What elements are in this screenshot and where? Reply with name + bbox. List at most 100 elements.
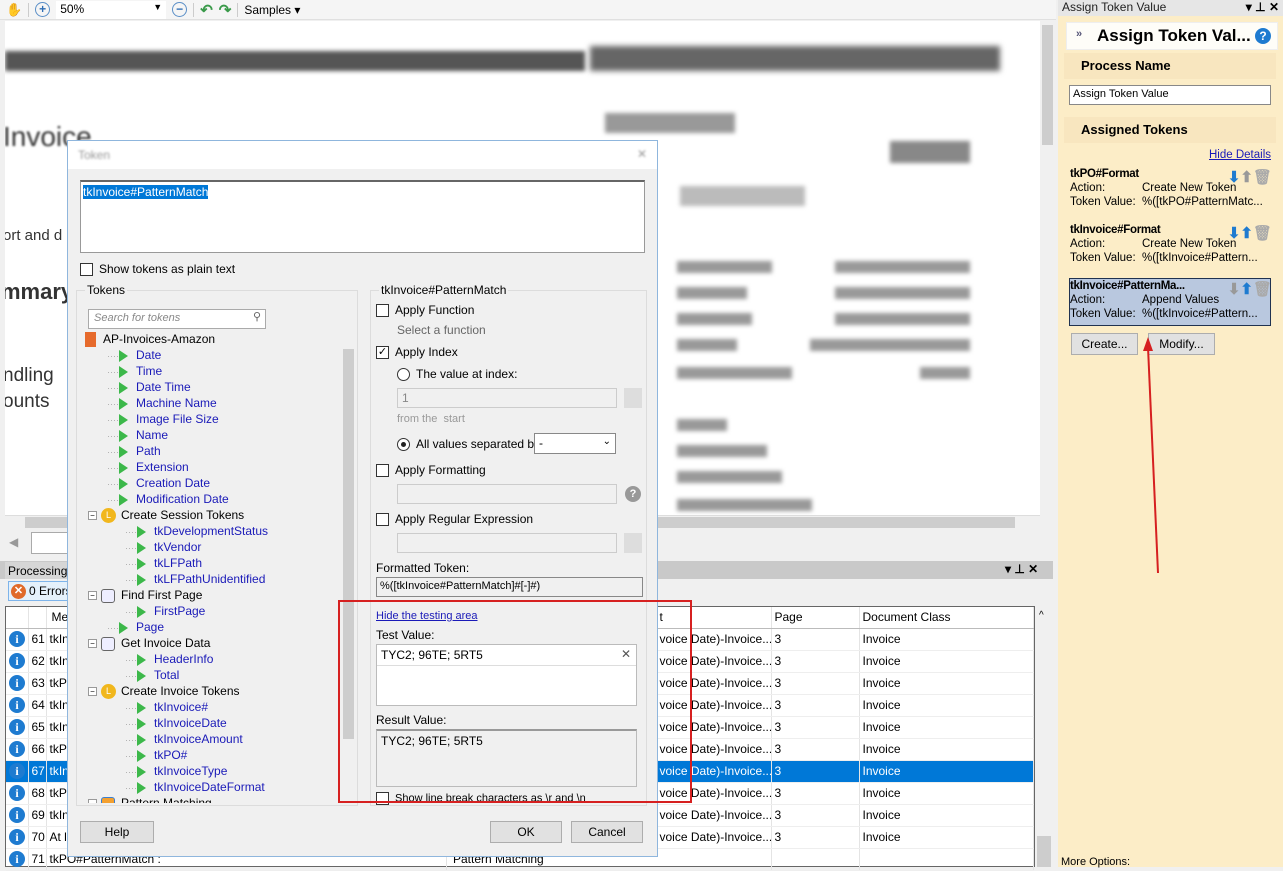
- tree-node[interactable]: − L Create Session Tokens: [85, 507, 340, 524]
- checkbox[interactable]: [376, 513, 389, 527]
- help-icon[interactable]: ?: [625, 486, 641, 502]
- redo-icon[interactable]: ↷: [219, 1, 232, 19]
- move-down-icon[interactable]: ⬇: [1228, 169, 1241, 186]
- all-values-radio[interactable]: All values separated by:: [397, 437, 543, 452]
- checkbox[interactable]: ✓: [376, 346, 389, 360]
- formatting-input[interactable]: [397, 484, 617, 504]
- regex-builder-icon[interactable]: [624, 533, 642, 553]
- apply-regex-checkbox[interactable]: Apply Regular Expression: [376, 512, 533, 527]
- tree-node[interactable]: ···· Total: [85, 667, 340, 683]
- tree-node[interactable]: ···· Name: [85, 427, 340, 443]
- collapse-icon[interactable]: »: [1076, 28, 1082, 40]
- apply-function-checkbox[interactable]: Apply Function: [376, 303, 474, 318]
- checkbox[interactable]: [80, 263, 93, 277]
- scroll-thumb[interactable]: [1037, 836, 1051, 867]
- tree-node[interactable]: − Get Invoice Data: [85, 635, 340, 651]
- activity-header[interactable]: » Assign Token Val... ?: [1066, 22, 1278, 50]
- tab-processing[interactable]: Processing: [5, 562, 69, 579]
- radio[interactable]: [397, 438, 410, 452]
- search-icon[interactable]: ⚲: [253, 310, 261, 323]
- tree-node[interactable]: ···· tkVendor: [85, 539, 340, 555]
- tree-node[interactable]: ···· Page: [85, 619, 340, 635]
- tree-node[interactable]: ···· tkInvoice#: [85, 699, 340, 715]
- collapse-icon[interactable]: −: [88, 799, 97, 803]
- ok-button[interactable]: OK: [490, 821, 562, 843]
- close-icon[interactable]: ✕: [1269, 0, 1279, 14]
- tree-node[interactable]: − Pattern Matching: [85, 795, 340, 803]
- assigned-token[interactable]: tkPO#Format Action: Create New Token Toke…: [1070, 168, 1272, 208]
- checkbox[interactable]: [376, 464, 389, 478]
- close-icon[interactable]: ✕: [1028, 562, 1038, 576]
- token-search-input[interactable]: Search for tokens ⚲: [88, 309, 266, 329]
- regex-input[interactable]: [397, 533, 617, 553]
- collapse-icon[interactable]: −: [88, 639, 97, 649]
- tree-node[interactable]: ···· Machine Name: [85, 395, 340, 411]
- index-button[interactable]: [624, 388, 642, 408]
- tree-node[interactable]: ···· HeaderInfo: [85, 651, 340, 667]
- tree-node[interactable]: ···· Extension: [85, 459, 340, 475]
- plain-text-checkbox[interactable]: Show tokens as plain text: [80, 262, 235, 277]
- tree-node[interactable]: − Find First Page: [85, 587, 340, 603]
- select-function-label[interactable]: Select a function: [397, 323, 486, 337]
- process-name-input[interactable]: Assign Token Value: [1069, 85, 1271, 105]
- collapse-icon[interactable]: −: [88, 511, 97, 521]
- create-button[interactable]: Create...: [1071, 333, 1138, 355]
- hide-details-link[interactable]: Hide Details: [1209, 149, 1271, 161]
- dropdown-icon[interactable]: ▾: [1246, 0, 1252, 14]
- delete-icon[interactable]: 🗑: [1253, 225, 1272, 242]
- tree-node[interactable]: ···· tkLFPath: [85, 555, 340, 571]
- tree-node[interactable]: ···· tkLFPathUnidentified: [85, 571, 340, 587]
- zoom-select[interactable]: 50% ▼: [56, 0, 167, 19]
- index-stepper[interactable]: 1: [397, 388, 617, 408]
- move-up-icon[interactable]: ⬆: [1240, 169, 1253, 186]
- col-number[interactable]: [28, 607, 47, 629]
- hand-icon[interactable]: ✋: [6, 2, 22, 18]
- apply-index-checkbox[interactable]: ✓ Apply Index: [376, 345, 458, 360]
- move-up-icon[interactable]: ⬆: [1240, 225, 1253, 242]
- page-input[interactable]: [31, 532, 71, 554]
- help-button[interactable]: Help: [80, 821, 154, 843]
- pin-icon[interactable]: ⊥: [1014, 562, 1024, 576]
- tree-node[interactable]: ···· Image File Size: [85, 411, 340, 427]
- collapse-icon[interactable]: −: [88, 687, 97, 697]
- tree-node[interactable]: ···· FirstPage: [85, 603, 340, 619]
- col-icon[interactable]: [6, 607, 29, 629]
- move-down-icon[interactable]: ⬇: [1228, 225, 1241, 242]
- apply-formatting-checkbox[interactable]: Apply Formatting: [376, 463, 486, 478]
- tree-node[interactable]: ···· Date Time: [85, 379, 340, 395]
- value-at-index-radio[interactable]: The value at index:: [397, 367, 517, 382]
- separator-select[interactable]: - ⌄: [534, 433, 616, 454]
- tree-node[interactable]: ···· tkInvoiceAmount: [85, 731, 340, 747]
- col-page[interactable]: Page: [771, 607, 860, 629]
- assigned-token[interactable]: tkInvoice#PatternMa... Action: Append Val…: [1070, 280, 1272, 320]
- pin-icon[interactable]: ⊥: [1255, 0, 1265, 14]
- chevron-up-icon[interactable]: ^: [1039, 610, 1044, 621]
- formatted-token-field[interactable]: %([tkInvoice#PatternMatch]#[-]#): [376, 577, 643, 597]
- checkbox[interactable]: [376, 304, 389, 318]
- undo-icon[interactable]: ↶: [200, 1, 213, 19]
- tree-node[interactable]: ···· tkInvoiceDateFormat: [85, 779, 340, 795]
- tree-node[interactable]: ···· tkInvoiceDate: [85, 715, 340, 731]
- tree-node[interactable]: AP-Invoices-Amazon: [85, 331, 340, 348]
- delete-icon[interactable]: 🗑: [1253, 281, 1272, 298]
- tree-node[interactable]: ···· Creation Date: [85, 475, 340, 491]
- help-icon[interactable]: ?: [1255, 28, 1271, 44]
- samples-dropdown[interactable]: Samples ▾: [244, 3, 300, 17]
- grid-scrollbar[interactable]: ^: [1035, 606, 1053, 867]
- tree-node[interactable]: ···· Path: [85, 443, 340, 459]
- tree-node[interactable]: ···· Modification Date: [85, 491, 340, 507]
- tree-node[interactable]: ···· tkPO#: [85, 747, 340, 763]
- tree-node[interactable]: − L Create Invoice Tokens: [85, 683, 340, 700]
- move-up-icon[interactable]: ⬆: [1240, 281, 1253, 298]
- tree-node[interactable]: ···· Time: [85, 363, 340, 379]
- collapse-icon[interactable]: −: [88, 591, 97, 601]
- back-icon[interactable]: ◀: [9, 535, 18, 549]
- dropdown-icon[interactable]: ▾: [1005, 562, 1011, 576]
- tree-node[interactable]: ···· Date: [85, 347, 340, 363]
- zoom-out-icon[interactable]: −: [172, 2, 188, 17]
- cancel-button[interactable]: Cancel: [571, 821, 643, 843]
- close-icon[interactable]: ✕: [637, 147, 647, 161]
- move-down-icon[interactable]: ⬇: [1228, 281, 1241, 298]
- zoom-in-icon[interactable]: +: [35, 2, 51, 17]
- token-expression-input[interactable]: tkInvoice#PatternMatch: [80, 180, 645, 253]
